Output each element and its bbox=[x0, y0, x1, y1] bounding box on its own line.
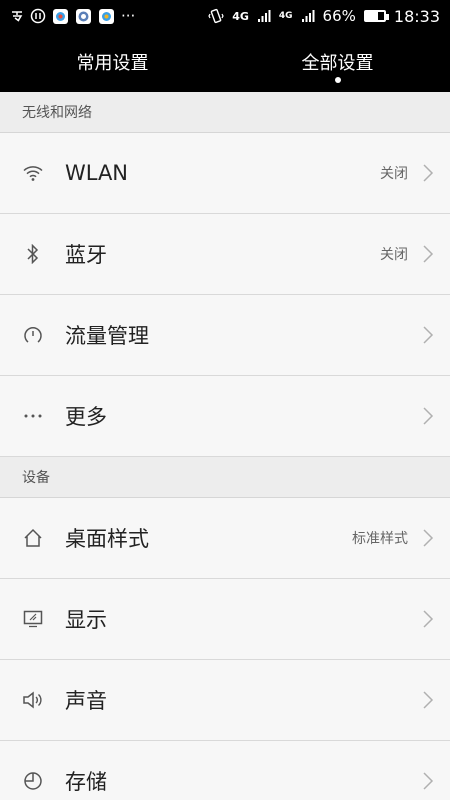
chevron-right-icon bbox=[423, 407, 434, 425]
app-icon-1 bbox=[52, 8, 69, 25]
status-bar: ··· 4G 4G 66% 18:33 bbox=[0, 0, 450, 32]
settings-item-label: 流量管理 bbox=[65, 324, 149, 348]
settings-item-sound[interactable]: 声音 bbox=[0, 660, 450, 741]
chevron-right-icon bbox=[423, 610, 434, 628]
tab-bar: 常用设置 全部设置 bbox=[0, 32, 450, 92]
settings-item-label: WLAN bbox=[65, 161, 129, 185]
settings-item-value: 标准样式 bbox=[352, 531, 408, 547]
settings-item-label: 桌面样式 bbox=[65, 527, 149, 551]
tab-label: 常用设置 bbox=[76, 53, 149, 74]
settings-item-label: 声音 bbox=[65, 689, 107, 713]
status-right: 4G 4G 66% 18:33 bbox=[208, 7, 440, 26]
settings-item-wlan[interactable]: WLAN 关闭 bbox=[0, 133, 450, 214]
more-notifications: ··· bbox=[121, 7, 136, 25]
settings-item-home-style[interactable]: 桌面样式 标准样式 bbox=[0, 498, 450, 579]
chevron-right-icon bbox=[423, 245, 434, 263]
app-icon-3 bbox=[98, 8, 115, 25]
settings-item-bluetooth[interactable]: 蓝牙 关闭 bbox=[0, 214, 450, 295]
battery-fill bbox=[365, 12, 378, 20]
settings-item-more[interactable]: 更多 bbox=[0, 376, 450, 457]
app-icon-2 bbox=[75, 8, 92, 25]
input-method-icon bbox=[10, 9, 24, 23]
display-icon bbox=[22, 608, 44, 630]
notification-icon bbox=[30, 8, 46, 24]
settings-item-storage[interactable]: 存储 bbox=[0, 741, 450, 800]
section-header-device: 设备 bbox=[0, 457, 450, 498]
network-type-2: 4G bbox=[278, 11, 293, 21]
tab-all-settings[interactable]: 全部设置 bbox=[225, 32, 450, 92]
data-usage-icon bbox=[22, 324, 44, 346]
battery-percent: 66% bbox=[322, 7, 356, 25]
tab-common-settings[interactable]: 常用设置 bbox=[0, 32, 225, 92]
settings-item-label: 显示 bbox=[65, 608, 107, 632]
bluetooth-icon bbox=[22, 243, 44, 265]
settings-list[interactable]: 无线和网络 WLAN 关闭 蓝牙 关闭 流量管理 更多 设备 桌面样式 标准样式… bbox=[0, 92, 450, 800]
sound-icon bbox=[22, 689, 44, 711]
wifi-icon bbox=[22, 162, 44, 184]
active-tab-indicator bbox=[334, 77, 341, 83]
chevron-right-icon bbox=[423, 529, 434, 547]
network-type-1: 4G bbox=[232, 9, 249, 23]
settings-item-label: 存储 bbox=[65, 770, 107, 794]
tab-label: 全部设置 bbox=[301, 53, 374, 74]
battery-icon bbox=[363, 10, 389, 22]
signal-icon-1 bbox=[257, 9, 271, 23]
home-icon bbox=[22, 527, 44, 549]
settings-item-label: 蓝牙 bbox=[65, 243, 107, 267]
status-left: ··· bbox=[10, 7, 135, 25]
settings-item-label: 更多 bbox=[65, 405, 107, 429]
chevron-right-icon bbox=[423, 772, 434, 790]
vibrate-icon bbox=[208, 8, 224, 24]
storage-icon bbox=[22, 770, 44, 792]
settings-item-value: 关闭 bbox=[380, 166, 408, 182]
section-header-wireless: 无线和网络 bbox=[0, 92, 450, 133]
settings-item-data-usage[interactable]: 流量管理 bbox=[0, 295, 450, 376]
chevron-right-icon bbox=[423, 164, 434, 182]
settings-item-value: 关闭 bbox=[380, 247, 408, 263]
clock: 18:33 bbox=[393, 6, 440, 26]
chevron-right-icon bbox=[423, 326, 434, 344]
settings-item-display[interactable]: 显示 bbox=[0, 579, 450, 660]
chevron-right-icon bbox=[423, 691, 434, 709]
more-icon bbox=[22, 405, 44, 427]
signal-icon-2 bbox=[301, 9, 315, 23]
